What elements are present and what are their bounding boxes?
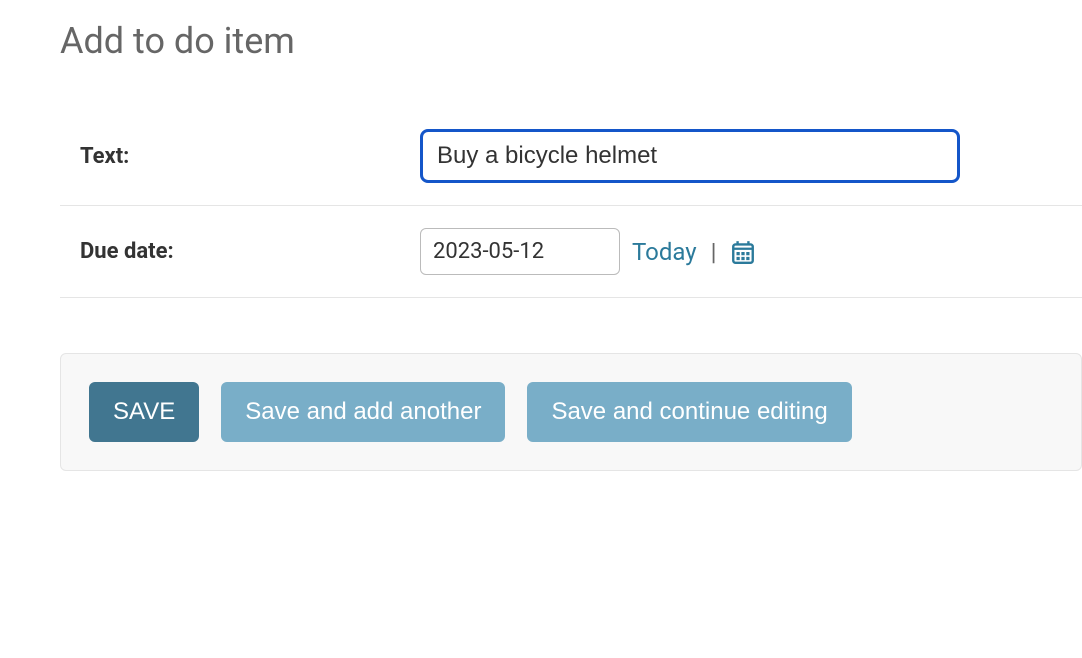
calendar-icon[interactable]: [730, 239, 756, 265]
text-input[interactable]: [420, 129, 960, 183]
text-row: Text:: [60, 107, 1082, 206]
due-date-input[interactable]: [420, 228, 620, 275]
text-label: Text:: [80, 144, 420, 169]
submit-row: SAVE Save and add another Save and conti…: [60, 353, 1082, 471]
page-title: Add to do item: [60, 20, 1082, 62]
save-continue-button[interactable]: Save and continue editing: [527, 382, 851, 442]
due-date-label: Due date:: [80, 239, 420, 264]
text-control-area: [420, 129, 960, 183]
save-add-another-button[interactable]: Save and add another: [221, 382, 505, 442]
separator: |: [711, 238, 717, 266]
today-link[interactable]: Today: [632, 238, 697, 266]
due-date-row: Due date: Today |: [60, 206, 1082, 298]
save-button[interactable]: SAVE: [89, 382, 199, 442]
due-date-control-area: Today |: [420, 228, 756, 275]
